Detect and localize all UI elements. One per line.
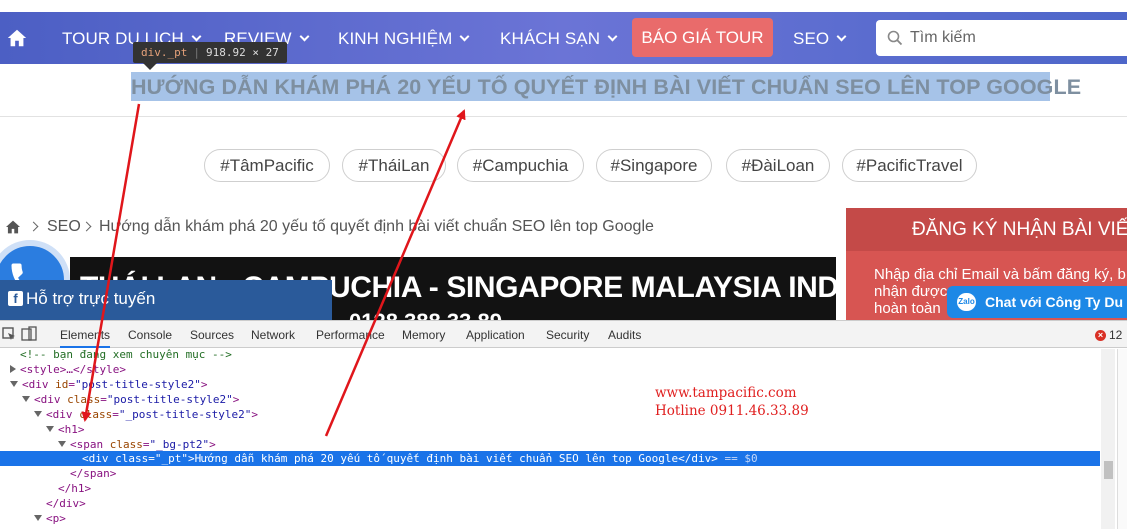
search-icon bbox=[887, 30, 903, 46]
expanded-triangle-icon bbox=[34, 411, 42, 417]
search-input[interactable] bbox=[910, 24, 1127, 52]
chevron-down-icon bbox=[460, 31, 470, 42]
tab-sources[interactable]: Sources bbox=[190, 328, 234, 342]
watermark-hotline: Hotline 0911.46.33.89 bbox=[655, 403, 809, 419]
error-icon: × bbox=[1095, 330, 1106, 342]
chevron-down-icon bbox=[836, 31, 847, 42]
styles-pane-edge bbox=[1117, 349, 1127, 529]
tab-performance[interactable]: Performance bbox=[316, 328, 385, 342]
chat-button[interactable]: Zalo Chat với Công Ty Du Lị bbox=[947, 286, 1127, 318]
dom-tree[interactable]: <!-- bạn đang xem chuyên mục --> <style>… bbox=[0, 347, 1100, 529]
zalo-icon: Zalo bbox=[957, 293, 976, 311]
dom-scrollbar[interactable] bbox=[1101, 349, 1115, 529]
tooltip-class: ._pt bbox=[160, 46, 188, 59]
dom-node-p[interactable]: <p> bbox=[34, 511, 66, 526]
expanded-triangle-icon bbox=[58, 441, 66, 447]
dom-node-span-close[interactable]: </span> bbox=[70, 466, 116, 481]
expanded-triangle-icon bbox=[46, 426, 54, 432]
expanded-triangle-icon bbox=[34, 515, 42, 521]
dom-node-h1-close[interactable]: </h1> bbox=[58, 481, 91, 496]
search-box[interactable] bbox=[876, 20, 1127, 56]
tag-pacifictravel[interactable]: #PacificTravel bbox=[842, 149, 977, 182]
dom-node-div-post-title[interactable]: <div class="_post-title-style2"> bbox=[34, 407, 258, 422]
breadcrumb-separator-icon bbox=[81, 221, 92, 232]
facebook-icon: f bbox=[8, 291, 23, 306]
nav-item-seo[interactable]: SEO bbox=[793, 29, 847, 49]
dom-scroll-thumb[interactable] bbox=[1104, 461, 1113, 479]
tag-dailoan[interactable]: #ĐàiLoan bbox=[726, 149, 830, 182]
nav-item-khach-san[interactable]: KHÁCH SẠN bbox=[500, 29, 618, 49]
subscribe-title: ĐĂNG KÝ NHẬN BÀI VIẾT bbox=[846, 208, 1127, 251]
dom-comment[interactable]: <!-- bạn đang xem chuyên mục --> bbox=[20, 347, 232, 362]
tooltip-dimensions: 918.92 × 27 bbox=[206, 46, 279, 59]
breadcrumb-home-icon[interactable] bbox=[5, 220, 21, 234]
online-support-bar[interactable]: f Hỗ trợ trực tuyến bbox=[0, 280, 332, 320]
collapsed-triangle-icon bbox=[10, 365, 16, 373]
inspect-element-icon[interactable] bbox=[2, 327, 16, 341]
device-toolbar-icon[interactable] bbox=[21, 326, 37, 342]
quote-tour-button[interactable]: BÁO GIÁ TOUR bbox=[632, 18, 773, 57]
tag-thailan[interactable]: #TháiLan bbox=[342, 149, 446, 182]
dom-node-h1[interactable]: <h1> bbox=[46, 422, 85, 437]
article-title: HƯỚNG DẪN KHÁM PHÁ 20 YẾU TỐ QUYẾT ĐỊNH … bbox=[131, 75, 1082, 99]
dom-node-style[interactable]: <style>…</style> bbox=[10, 362, 126, 377]
tab-memory[interactable]: Memory bbox=[402, 328, 445, 342]
divider bbox=[0, 116, 1127, 117]
tooltip-element: div bbox=[141, 46, 161, 59]
tab-network[interactable]: Network bbox=[251, 328, 295, 342]
tab-elements[interactable]: Elements bbox=[60, 328, 111, 348]
breadcrumb-current: Hướng dẫn khám phá 20 yếu tố quyết định … bbox=[99, 218, 654, 235]
dom-node-div-close[interactable]: </div> bbox=[46, 496, 86, 511]
dom-node-div-id[interactable]: <div id="post-title-style2"> bbox=[10, 377, 207, 392]
tooltip-arrow bbox=[143, 63, 157, 70]
chevron-down-icon bbox=[191, 31, 202, 42]
tab-security[interactable]: Security bbox=[546, 328, 589, 342]
breadcrumb-seo[interactable]: SEO bbox=[47, 218, 81, 236]
dom-node-span[interactable]: <span class="_bg-pt2"> bbox=[58, 437, 216, 452]
home-icon[interactable] bbox=[6, 27, 28, 49]
tab-application[interactable]: Application bbox=[466, 328, 525, 342]
tag-tampacific[interactable]: #TâmPacific bbox=[204, 149, 330, 182]
tag-singapore[interactable]: #Singapore bbox=[596, 149, 712, 182]
expanded-triangle-icon bbox=[22, 396, 30, 402]
breadcrumb-separator-icon bbox=[28, 221, 39, 232]
chevron-down-icon bbox=[299, 31, 310, 42]
dom-node-div-class[interactable]: <div class="post-title-style2"> bbox=[22, 392, 239, 407]
watermark-website: www.tampacific.com bbox=[655, 385, 797, 401]
tab-console[interactable]: Console bbox=[128, 328, 172, 342]
dom-node-div-pt-selected[interactable]: <div class="_pt">Hướng dẫn khám phá 20 y… bbox=[82, 451, 758, 466]
inspector-tooltip: div._pt | 918.92 × 27 bbox=[133, 42, 287, 63]
chevron-down-icon bbox=[607, 31, 618, 42]
nav-item-kinh-nghiem[interactable]: KINH NGHIỆM bbox=[338, 29, 470, 49]
tab-audits[interactable]: Audits bbox=[608, 328, 641, 342]
devtools-tabbar: Elements Console Sources Network Perform… bbox=[0, 321, 1127, 348]
devtools-panel: Elements Console Sources Network Perform… bbox=[0, 320, 1127, 529]
tag-campuchia[interactable]: #Campuchia bbox=[457, 149, 584, 182]
error-counter[interactable]: × 12 bbox=[1095, 328, 1122, 342]
expanded-triangle-icon bbox=[10, 381, 18, 387]
